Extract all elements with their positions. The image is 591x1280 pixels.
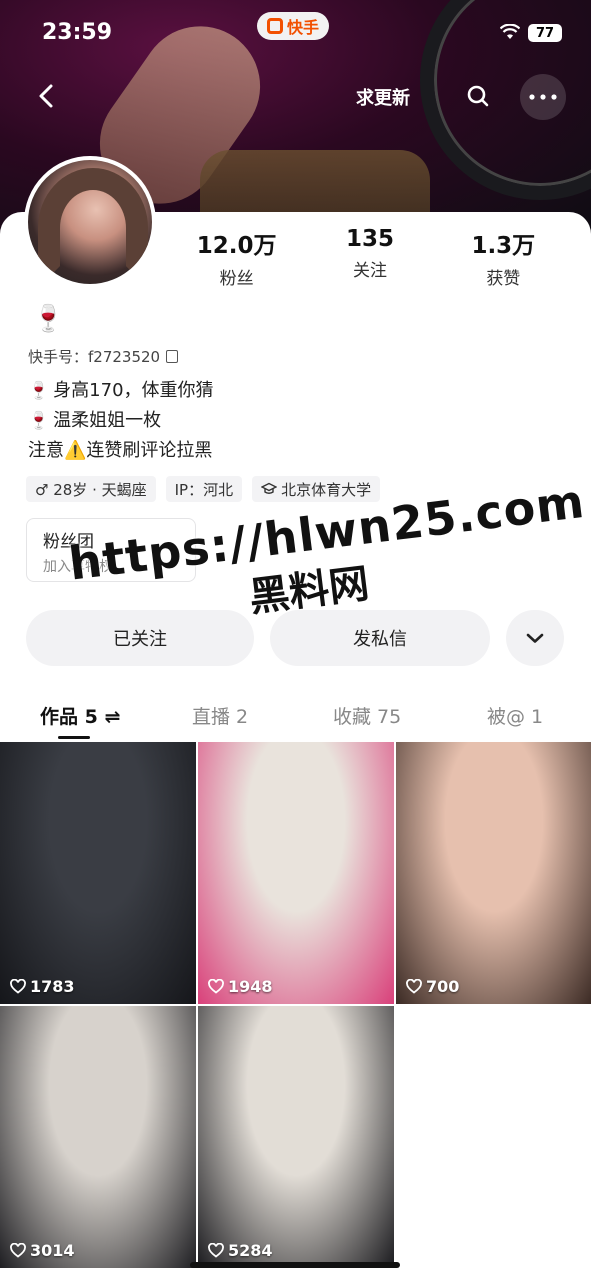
bio-text: 注意⚠️连赞刷评论拉黑 (28, 440, 213, 461)
fan-club-title: 粉丝团 (43, 532, 94, 552)
profile-name-emoji: 🍷 (32, 304, 65, 334)
app-pill-label: 快手 (287, 18, 320, 37)
expand-button[interactable] (506, 610, 564, 666)
wifi-icon (500, 24, 520, 39)
tag-school-label: 北京体育大学 (281, 480, 372, 499)
send-message-button[interactable]: 发私信 (270, 610, 490, 666)
video-thumbnail[interactable]: 1948 (198, 742, 394, 1004)
stat-followers[interactable]: 12.0万 粉丝 (170, 226, 303, 289)
more-dots-icon (529, 94, 557, 100)
bio-text: 身高170，体重你猜 (53, 380, 214, 401)
stat-label: 关注 (352, 261, 387, 281)
followed-button[interactable]: 已关注 (26, 610, 254, 666)
top-nav: 求更新 (0, 70, 591, 126)
search-button[interactable] (458, 76, 498, 116)
graduation-cap-icon (261, 482, 278, 494)
video-thumbnail-image (198, 1006, 394, 1268)
fan-club-subtitle: 加入享特权 (43, 559, 113, 575)
status-time: 23:59 (42, 20, 113, 45)
kuaishou-id[interactable]: 快手号：f2723520 (28, 346, 179, 367)
stat-likes[interactable]: 1.3万 获赞 (437, 226, 570, 289)
kuaishou-logo-icon (267, 18, 283, 34)
fan-club-card[interactable]: 粉丝团 加入享特权 (26, 518, 196, 582)
battery-indicator: 77 (528, 24, 562, 42)
wine-glass-icon: 🍷 (28, 381, 50, 401)
chevron-down-icon (526, 633, 544, 643)
stat-following[interactable]: 135 关注 (303, 226, 436, 286)
wine-glass-icon: 🍷 (28, 411, 50, 431)
tab-active-underline (58, 736, 90, 739)
stats-row: 12.0万 粉丝 135 关注 1.3万 获赞 (170, 226, 570, 289)
video-likes-count: 5284 (228, 1241, 273, 1260)
video-thumbnail-image (198, 742, 394, 1004)
video-likes-count: 1783 (30, 977, 75, 996)
status-bar: 23:59 快手 77 (0, 0, 591, 70)
stat-value: 1.3万 (471, 233, 536, 259)
video-likes-count: 700 (426, 977, 460, 996)
back-arrow-icon (39, 84, 53, 108)
back-button[interactable] (24, 74, 68, 118)
heart-icon (208, 979, 224, 994)
bio-line: 注意⚠️连赞刷评论拉黑 (28, 436, 214, 466)
video-likes: 1783 (10, 977, 75, 996)
heart-icon (10, 1243, 26, 1258)
tag-school[interactable]: 北京体育大学 (252, 476, 381, 502)
action-row: 已关注 发私信 (26, 610, 566, 666)
home-indicator (190, 1262, 400, 1268)
video-likes: 3014 (10, 1241, 75, 1260)
kuaishou-id-text: 快手号：f2723520 (28, 348, 161, 366)
video-thumbnail-image (396, 742, 591, 1004)
tab-mentions[interactable]: 被@ 1 (487, 702, 543, 729)
heart-icon (10, 979, 26, 994)
video-thumbnail[interactable]: 3014 (0, 1006, 196, 1268)
more-button[interactable] (520, 74, 566, 120)
video-likes: 1948 (208, 977, 273, 996)
profile-tags: ♂ 28岁 · 天蝎座 IP：河北 北京体育大学 (26, 476, 381, 502)
stat-value: 135 (345, 226, 394, 252)
avatar-hair (38, 168, 148, 284)
video-likes: 700 (406, 977, 459, 996)
video-thumbnail-image (0, 1006, 196, 1268)
bio-line: 🍷 身高170，体重你猜 (28, 376, 214, 406)
video-likes-count: 3014 (30, 1241, 75, 1260)
tab-works[interactable]: 作品 5 ⇌ (40, 702, 120, 729)
video-likes-count: 1948 (228, 977, 273, 996)
video-thumbnail[interactable]: 700 (396, 742, 591, 1004)
bio-line: 🍷 温柔姐姐一枚 (28, 406, 214, 436)
stat-label: 粉丝 (219, 269, 254, 289)
request-update-button[interactable]: 求更新 (356, 84, 410, 110)
search-icon (467, 85, 489, 107)
tab-favorites[interactable]: 收藏 75 (333, 702, 401, 729)
tag-age: ♂ 28岁 · 天蝎座 (26, 476, 156, 502)
bio: 🍷 身高170，体重你猜 🍷 温柔姐姐一枚 注意⚠️连赞刷评论拉黑 (28, 376, 214, 466)
avatar[interactable] (24, 156, 156, 288)
video-thumbnail[interactable]: 5284 (198, 1006, 394, 1268)
stat-label: 获赞 (486, 269, 521, 289)
copy-icon[interactable] (166, 350, 179, 363)
tag-ip: IP：河北 (165, 476, 243, 502)
video-likes: 5284 (208, 1241, 273, 1260)
heart-icon (406, 979, 422, 994)
stat-value: 12.0万 (196, 233, 277, 259)
video-thumbnail-image (0, 742, 196, 1004)
content-tabs: 作品 5 ⇌ 直播 2 收藏 75 被@ 1 (0, 690, 591, 740)
heart-icon (208, 1243, 224, 1258)
video-thumbnail[interactable]: 1783 (0, 742, 196, 1004)
app-pill[interactable]: 快手 (257, 12, 330, 40)
tab-live[interactable]: 直播 2 (192, 702, 248, 729)
bio-text: 温柔姐姐一枚 (53, 410, 162, 431)
